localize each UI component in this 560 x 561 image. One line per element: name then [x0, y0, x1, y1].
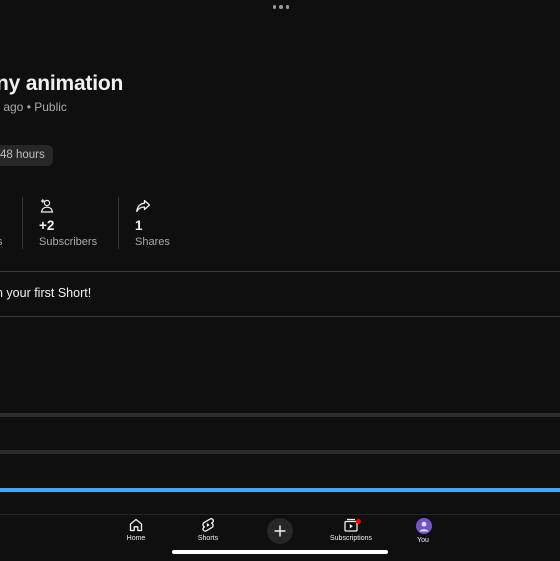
- nav-shorts-label: Shorts: [197, 535, 219, 542]
- stat-subscribers[interactable]: [39, 198, 55, 219]
- stat-value-shares: 1: [135, 218, 143, 233]
- time-range-chip[interactable]: 48 hours: [0, 145, 53, 166]
- dot: [285, 5, 290, 9]
- section-divider: [0, 271, 560, 272]
- shorts-icon: [202, 518, 214, 532]
- stat-shares[interactable]: [135, 198, 151, 219]
- video-meta: s ago • Public: [0, 100, 67, 114]
- stat-label-views: s: [0, 236, 3, 248]
- nav-home-label: Home: [126, 535, 146, 542]
- avatar[interactable]: [416, 518, 432, 534]
- dot: [272, 5, 277, 9]
- progress-bar: [0, 488, 560, 492]
- content-separator: [0, 450, 560, 454]
- stat-label-subscribers: Subscribers: [39, 236, 98, 248]
- nav-shorts[interactable]: Shorts: [173, 517, 243, 542]
- share-icon: [136, 199, 151, 213]
- nav-subscriptions-label: Subscriptions: [329, 535, 373, 542]
- content-separator: [0, 413, 560, 417]
- dot: [279, 5, 283, 9]
- first-short-tip: n your first Short!: [0, 286, 92, 300]
- nav-you-label[interactable]: You: [388, 537, 458, 544]
- more-options-icon[interactable]: [272, 2, 290, 12]
- home-icon: [129, 518, 143, 532]
- stat-divider: [118, 197, 119, 249]
- section-divider: [0, 316, 560, 317]
- plus-icon: [274, 525, 286, 537]
- avatar-image: [416, 518, 432, 534]
- notification-dot: [356, 519, 361, 524]
- add-person-icon: [40, 199, 54, 213]
- create-button[interactable]: [267, 518, 293, 544]
- nav-subscriptions[interactable]: Subscriptions: [316, 517, 386, 542]
- stat-divider: [22, 197, 23, 249]
- nav-home[interactable]: Home: [101, 517, 171, 542]
- stat-value-subscribers: +2: [39, 218, 55, 233]
- stat-label-shares: Shares: [135, 236, 170, 248]
- video-title: ny animation: [0, 72, 124, 95]
- home-indicator: [172, 550, 388, 554]
